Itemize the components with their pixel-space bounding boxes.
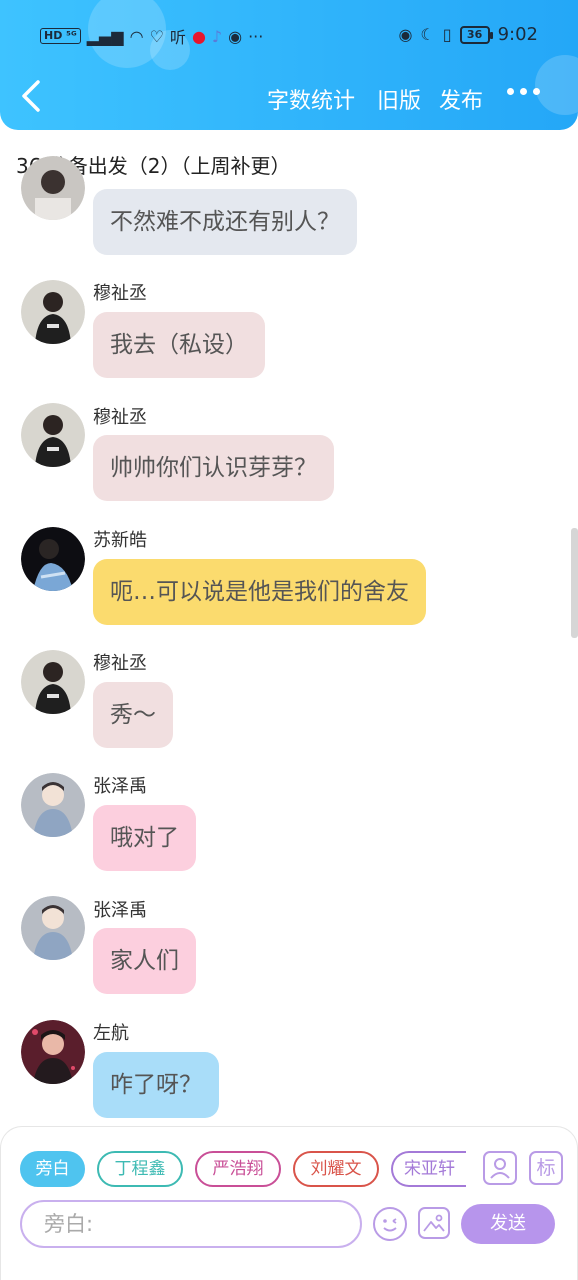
sender-name: 穆祉丞: [93, 407, 147, 428]
wechat-icon: ◉: [228, 26, 243, 46]
message-bubble[interactable]: 哦对了: [93, 805, 196, 871]
avatar[interactable]: [21, 280, 85, 344]
scrollbar[interactable]: [571, 528, 578, 638]
music-icon: ♪: [211, 26, 223, 46]
avatar[interactable]: [21, 650, 85, 714]
emoji-icon[interactable]: [373, 1207, 407, 1241]
message-bubble[interactable]: 不然难不成还有别人？: [93, 189, 357, 255]
eye-icon: ◉: [398, 25, 413, 44]
message-bubble[interactable]: 咋了呀？: [93, 1052, 219, 1118]
message-bubble[interactable]: 家人们: [93, 928, 196, 994]
listen-icon: 听: [169, 28, 186, 47]
sender-name: 穆祉丞: [93, 283, 147, 304]
role-chip[interactable]: 严浩翔: [195, 1151, 281, 1187]
message-bubble[interactable]: 帅帅你们认识芽芽？: [93, 435, 334, 501]
signal-icon: ▂▄▆: [86, 26, 124, 46]
message-bubble[interactable]: 呃…可以说是他是我们的舍友: [93, 559, 426, 625]
role-chip[interactable]: 丁程鑫: [97, 1151, 183, 1187]
wifi-icon: ◠: [129, 26, 144, 46]
sender-name: 张泽禹: [93, 900, 147, 921]
hd-indicator: HD ⁵ᴳ: [40, 28, 81, 44]
battery-icon: 36: [459, 25, 493, 44]
tag-icon[interactable]: 标: [529, 1151, 563, 1185]
publish-button[interactable]: 发布: [439, 83, 483, 115]
message-input[interactable]: 旁白:: [20, 1200, 362, 1248]
sender-name: 苏新皓: [93, 530, 147, 551]
avatar[interactable]: [21, 527, 85, 591]
decor-bubble: [535, 55, 578, 115]
status-bar: HD ⁵ᴳ ▂▄▆ ◠ ♡ 听 ● ♪ ◉ ··· ◉ ☾ ▯ 36 9:02: [0, 18, 578, 52]
sender-name: 张泽禹: [93, 776, 147, 797]
old-version-button[interactable]: 旧版: [377, 83, 421, 115]
word-count-button[interactable]: 字数统计: [267, 83, 355, 115]
vibrate-icon: ▯: [442, 25, 452, 44]
avatar[interactable]: [21, 896, 85, 960]
avatar[interactable]: [21, 156, 85, 220]
role-chip[interactable]: 宋亚轩: [391, 1151, 466, 1187]
sender-name: 穆祉丞: [93, 653, 147, 674]
heart-icon: ♡: [149, 26, 164, 46]
weibo-icon: ●: [191, 26, 206, 46]
sender-name: 左航: [93, 1023, 129, 1044]
more-status-icon: ···: [248, 26, 264, 46]
clock: 9:02: [497, 24, 538, 45]
avatar[interactable]: [21, 773, 85, 837]
image-icon[interactable]: [418, 1207, 450, 1239]
app-header: HD ⁵ᴳ ▂▄▆ ◠ ♡ 听 ● ♪ ◉ ··· ◉ ☾ ▯ 36 9:02 …: [0, 0, 578, 130]
avatar[interactable]: [21, 403, 85, 467]
character-manage-icon[interactable]: [483, 1151, 517, 1185]
role-chip[interactable]: 刘耀文: [293, 1151, 379, 1187]
back-icon[interactable]: [16, 78, 52, 118]
more-icon[interactable]: [507, 88, 540, 95]
send-button[interactable]: 发送: [461, 1204, 555, 1244]
message-bubble[interactable]: 秀～: [93, 682, 173, 748]
message-bubble[interactable]: 我去（私设）: [93, 312, 265, 378]
role-chip-narrator[interactable]: 旁白: [20, 1151, 85, 1187]
avatar[interactable]: [21, 1020, 85, 1084]
moon-icon: ☾: [420, 25, 435, 44]
